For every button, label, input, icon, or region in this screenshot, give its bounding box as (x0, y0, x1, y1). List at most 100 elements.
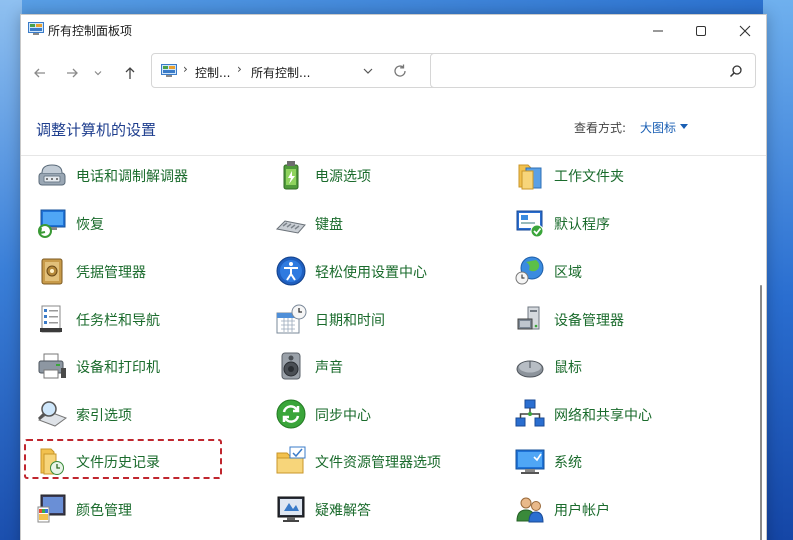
item-explorer-options[interactable]: 文件资源管理器选项 (275, 443, 495, 479)
troubleshooting-icon (277, 496, 305, 522)
item-indexing[interactable]: 索引选项 (36, 396, 256, 432)
device-manager-icon (517, 306, 540, 330)
close-button[interactable] (725, 19, 765, 43)
arrow-right-icon (67, 68, 78, 78)
credential-manager-icon (41, 258, 63, 285)
item-label: 任务栏和导航 (76, 313, 160, 329)
back-button[interactable] (29, 62, 51, 84)
item-sound[interactable]: 声音 (275, 348, 495, 384)
item-credential-manager[interactable]: 凭据管理器 (36, 253, 256, 289)
item-work-folders[interactable]: 工作文件夹 (514, 157, 734, 193)
date-time-icon (276, 304, 307, 334)
network-sharing-icon (515, 399, 545, 427)
item-phone-modem[interactable]: 电话和调制解调器 (36, 157, 256, 193)
power-options-icon (283, 161, 299, 190)
scrollbar[interactable] (760, 285, 762, 540)
item-system[interactable]: 系统 (514, 443, 734, 479)
forward-button[interactable] (61, 62, 83, 84)
item-label: 电源选项 (315, 169, 371, 185)
minimize-button[interactable] (638, 19, 678, 43)
chevron-down-icon (94, 71, 102, 76)
arrow-left-icon (34, 68, 45, 78)
recent-locations-button[interactable] (91, 62, 105, 84)
item-user-accounts[interactable]: 用户帐户 (514, 491, 734, 527)
item-label: 默认程序 (554, 217, 610, 233)
item-keyboard[interactable]: 键盘 (275, 205, 495, 241)
up-button[interactable] (119, 62, 141, 84)
keyboard-icon (275, 220, 306, 234)
item-power-options[interactable]: 电源选项 (275, 157, 495, 193)
highlight-box (24, 439, 222, 479)
item-label: 用户帐户 (554, 503, 610, 519)
item-label: 设备和打印机 (76, 360, 160, 376)
item-recovery[interactable]: 恢复 (36, 205, 256, 241)
user-accounts-icon (516, 497, 544, 523)
title-bar[interactable]: 所有控制面板项 (21, 15, 766, 47)
explorer-options-icon (276, 446, 306, 474)
item-region[interactable]: 区域 (514, 253, 734, 289)
item-label: 鼠标 (554, 360, 582, 376)
ease-of-access-icon (276, 256, 306, 286)
page-title: 调整计算机的设置 (36, 121, 157, 139)
mouse-icon (516, 360, 544, 378)
taskbar-icon (40, 305, 62, 333)
item-label: 电话和调制解调器 (76, 169, 188, 185)
refresh-icon[interactable] (392, 63, 408, 79)
close-icon (739, 25, 751, 37)
caret-down-icon[interactable] (680, 124, 688, 129)
region-icon (515, 256, 544, 285)
control-panel-icon (28, 22, 44, 35)
desktop-wallpaper-left (0, 0, 22, 540)
system-icon (515, 449, 545, 474)
maximize-icon (696, 26, 706, 36)
item-label: 索引选项 (76, 408, 132, 424)
item-label: 日期和时间 (315, 313, 385, 329)
address-bar: › 控制... › 所有控制... (21, 53, 766, 91)
address-box[interactable]: › 控制... › 所有控制... (151, 53, 442, 88)
sync-center-icon (276, 399, 306, 429)
item-label: 轻松使用设置中心 (315, 265, 427, 281)
item-devices-printers[interactable]: 设备和打印机 (36, 348, 256, 384)
arrow-up-icon (125, 67, 135, 79)
item-label: 声音 (315, 360, 343, 376)
control-panel-window: 所有控制面板项 › 控制... › 所有控制... 调整计算机的设置 查看方式:… (20, 14, 767, 540)
desktop-wallpaper-right (763, 0, 793, 540)
minimize-icon (653, 30, 663, 32)
breadcrumb-all-items[interactable]: 所有控制... (251, 64, 310, 81)
default-programs-icon (516, 210, 544, 238)
maximize-button[interactable] (681, 19, 721, 43)
item-troubleshooting[interactable]: 疑难解答 (275, 491, 495, 527)
item-label: 系统 (554, 455, 582, 471)
item-device-manager[interactable]: 设备管理器 (514, 301, 734, 337)
recovery-icon (38, 209, 66, 238)
item-label: 设备管理器 (554, 313, 624, 329)
item-label: 网络和共享中心 (554, 408, 652, 424)
header-divider (21, 155, 766, 156)
indexing-icon (37, 401, 68, 427)
chevron-down-icon[interactable] (361, 64, 375, 78)
devices-printers-icon (38, 353, 66, 379)
item-default-programs[interactable]: 默认程序 (514, 205, 734, 241)
search-input[interactable] (437, 58, 717, 83)
item-color-management[interactable]: 颜色管理 (36, 491, 256, 527)
breadcrumb-separator: › (183, 62, 188, 76)
item-sync-center[interactable]: 同步中心 (275, 396, 495, 432)
view-by-label: 查看方式: (574, 121, 627, 135)
item-ease-of-access[interactable]: 轻松使用设置中心 (275, 253, 495, 289)
item-label: 文件资源管理器选项 (315, 455, 441, 471)
breadcrumb-control-panel[interactable]: 控制... (195, 64, 230, 81)
search-box[interactable] (430, 53, 756, 88)
item-date-time[interactable]: 日期和时间 (275, 301, 495, 337)
view-by-dropdown[interactable]: 大图标 (640, 119, 676, 136)
item-label: 同步中心 (315, 408, 371, 424)
color-management-icon (37, 494, 66, 523)
work-folders-icon (518, 164, 542, 190)
item-taskbar[interactable]: 任务栏和导航 (36, 301, 256, 337)
window-title: 所有控制面板项 (48, 24, 133, 38)
item-network-sharing[interactable]: 网络和共享中心 (514, 396, 734, 432)
item-label: 键盘 (315, 217, 343, 233)
breadcrumb-separator: › (237, 62, 242, 76)
item-label: 疑难解答 (315, 503, 371, 519)
item-mouse[interactable]: 鼠标 (514, 348, 734, 384)
search-icon (729, 65, 742, 78)
